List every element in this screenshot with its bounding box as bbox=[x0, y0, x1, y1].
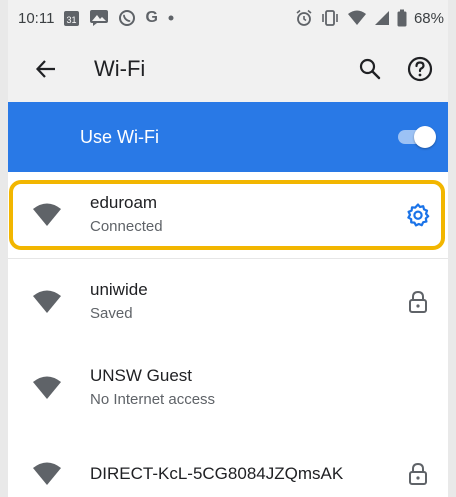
screen-frame-right bbox=[448, 0, 456, 497]
help-button[interactable] bbox=[398, 47, 442, 91]
wifi-signal-icon bbox=[347, 10, 367, 26]
toggle-thumb bbox=[414, 126, 436, 148]
page-title: Wi-Fi bbox=[94, 56, 146, 81]
back-arrow-icon bbox=[35, 60, 55, 78]
network-name: eduroam bbox=[90, 193, 158, 212]
lock-icon-wrap bbox=[402, 458, 434, 490]
network-status: No Internet access bbox=[90, 391, 216, 408]
network-list: eduroam Connected uniwide Saved UNSW Gue… bbox=[8, 172, 448, 497]
status-bar: 10:11 31 G 68% bbox=[8, 0, 448, 36]
app-bar: Wi-Fi bbox=[8, 36, 448, 102]
wifi-strength-icon bbox=[30, 373, 64, 403]
google-letter: G bbox=[145, 9, 158, 26]
dot-icon bbox=[167, 14, 175, 22]
calendar-icon: 31 bbox=[63, 9, 80, 27]
gear-icon bbox=[407, 203, 430, 227]
network-item-uniwide[interactable]: uniwide Saved bbox=[8, 259, 448, 345]
network-item-direct[interactable]: DIRECT-KcL-5CG8084JZQmsAK bbox=[8, 431, 448, 497]
network-text: uniwide Saved bbox=[90, 279, 148, 325]
status-time: 10:11 bbox=[18, 9, 55, 27]
google-icon: G bbox=[145, 9, 157, 27]
use-wifi-label: Use Wi-Fi bbox=[80, 126, 159, 147]
status-left: 10:11 31 G bbox=[8, 9, 175, 27]
screen-frame-left bbox=[0, 0, 8, 497]
network-name: uniwide bbox=[90, 280, 148, 299]
wifi-strength-icon bbox=[30, 287, 64, 317]
network-status: Connected bbox=[90, 218, 163, 235]
network-text: eduroam Connected bbox=[90, 192, 163, 238]
network-name: UNSW Guest bbox=[90, 366, 193, 385]
battery-icon bbox=[397, 9, 407, 27]
lock-icon bbox=[409, 462, 427, 485]
calendar-day: 31 bbox=[67, 15, 77, 25]
network-text: DIRECT-KcL-5CG8084JZQmsAK bbox=[90, 463, 343, 485]
lock-icon bbox=[409, 290, 427, 313]
search-button[interactable] bbox=[348, 47, 392, 91]
help-icon bbox=[407, 56, 433, 82]
vibrate-icon bbox=[320, 9, 340, 27]
cell-signal-icon bbox=[374, 10, 390, 26]
use-wifi-switch-bar[interactable]: Use Wi-Fi bbox=[8, 102, 448, 172]
battery-percent: 68% bbox=[413, 9, 444, 27]
network-item-unsw-guest[interactable]: UNSW Guest No Internet access bbox=[8, 345, 448, 431]
network-status: Saved bbox=[90, 305, 133, 322]
search-icon bbox=[359, 58, 381, 80]
wifi-strength-icon bbox=[30, 459, 64, 489]
use-wifi-toggle[interactable] bbox=[398, 126, 436, 148]
wifi-settings-screen: 10:11 31 G 68% Wi-Fi Use Wi-Fi eduroam C… bbox=[0, 0, 456, 497]
network-settings-button[interactable] bbox=[402, 199, 434, 231]
status-right: 68% bbox=[295, 9, 448, 27]
whatsapp-icon bbox=[118, 9, 136, 27]
network-text: UNSW Guest No Internet access bbox=[90, 365, 215, 411]
network-name: DIRECT-KcL-5CG8084JZQmsAK bbox=[90, 464, 344, 483]
app-bar-actions bbox=[348, 47, 448, 91]
back-button[interactable] bbox=[18, 41, 74, 97]
network-item-eduroam[interactable]: eduroam Connected bbox=[8, 172, 448, 258]
alarm-icon bbox=[295, 9, 313, 27]
photo-message-icon bbox=[89, 9, 109, 27]
lock-icon-wrap bbox=[402, 286, 434, 318]
wifi-strength-icon bbox=[30, 200, 64, 230]
